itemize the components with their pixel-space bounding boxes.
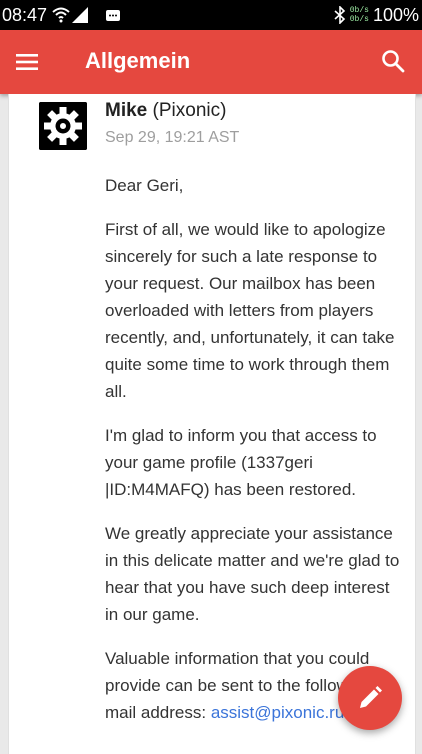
signal-icon [72,7,88,23]
pencil-icon [360,686,382,708]
page-title: Allgemein [85,48,191,73]
gear-icon [44,107,82,145]
menu-icon[interactable] [14,49,40,75]
notification-icon [106,10,120,21]
paragraph-2: I'm glad to inform you that access to yo… [105,426,377,499]
network-speed: 0b/s 0b/s [350,6,369,24]
search-icon[interactable] [380,48,406,74]
greeting: Dear Geri, [105,176,184,195]
paragraph-1: First of all, we would like to apologize… [105,220,395,401]
network-speed-up: 0b/s [349,6,369,15]
paragraph-3: We greatly appreciate your assistance in… [105,524,400,624]
message-body: Dear Geri, First of all, we would like t… [105,172,401,743]
status-bar: 08:47 0b/s 0b/s 100% [0,0,422,30]
message-timestamp: Sep 29, 19:21 AST [105,129,240,146]
network-speed-down: 0b/s [349,15,369,24]
status-icons [52,7,120,23]
compose-button[interactable] [338,666,402,730]
app-bar: Allgemein [0,30,422,94]
avatar [39,102,87,150]
wifi-icon [52,7,70,23]
sender: Mike (Pixonic) [105,100,226,122]
message-card: Mike (Pixonic) Sep 29, 19:21 AST Dear Ge… [8,94,416,754]
bluetooth-icon [334,6,345,24]
status-time: 08:47 [2,5,48,25]
email-link[interactable]: assist@pixonic.ru [211,703,344,722]
battery-level: 100% [372,4,419,25]
sender-name: Mike [105,100,148,121]
status-right: 0b/s 0b/s 100% [334,4,419,26]
sender-org: (Pixonic) [152,100,227,121]
